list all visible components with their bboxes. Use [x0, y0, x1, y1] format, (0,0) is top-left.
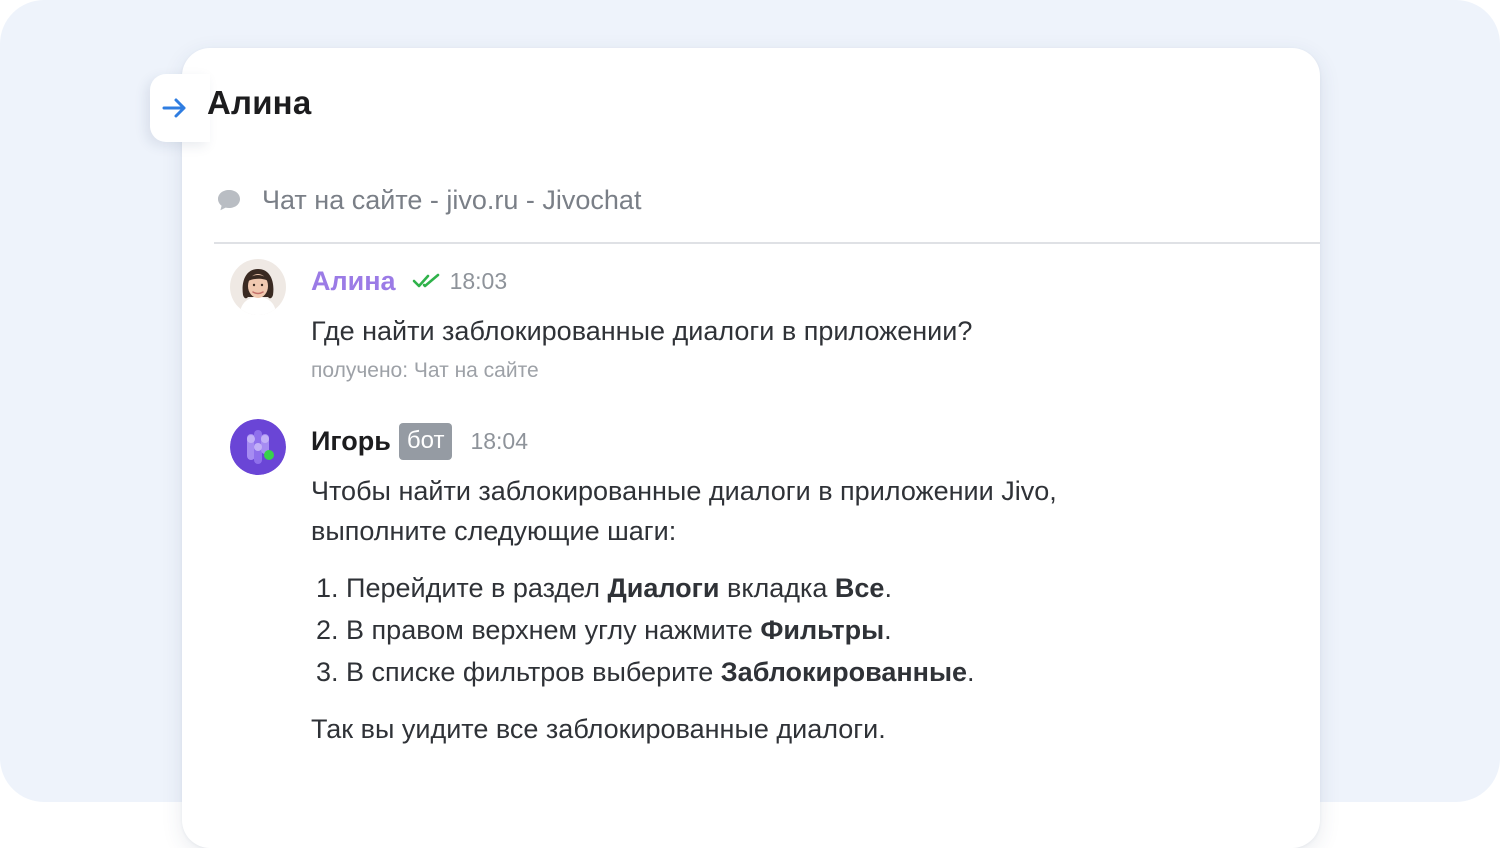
message-header: Игорь бот 18:04	[311, 422, 529, 460]
channel-label: Чат на сайте - jivo.ru - Jivochat	[262, 184, 642, 215]
avatar	[230, 259, 286, 315]
message-header: Алина 18:03	[311, 263, 507, 299]
double-check-icon	[412, 273, 439, 288]
bot-badge: бот	[398, 422, 453, 460]
steps-list: 1. Перейдите в раздел Диалоги вкладка Вс…	[316, 567, 975, 693]
arrow-right-icon	[162, 98, 186, 118]
collapse-panel-button[interactable]	[150, 74, 210, 142]
message-time: 18:03	[449, 267, 508, 294]
received-via: получено: Чат на сайте	[311, 359, 539, 382]
bot-avatar	[230, 419, 286, 475]
message-line: выполните следующие шаги:	[311, 516, 677, 546]
list-item: 3. В списке фильтров выберите Заблокиров…	[316, 657, 975, 687]
list-item: 1. Перейдите в раздел Диалоги вкладка Вс…	[316, 573, 892, 603]
message-text: Где найти заблокированные диалоги в прил…	[311, 316, 973, 346]
author-name: Алина	[311, 265, 396, 296]
message-time: 18:04	[470, 427, 529, 454]
page-title: Алина	[207, 84, 312, 121]
author-name: Игорь	[311, 425, 391, 456]
message-line: Чтобы найти заблокированные диалоги в пр…	[311, 476, 1057, 506]
message-text: Так вы уидите все заблокированные диалог…	[311, 714, 886, 744]
list-item: 2. В правом верхнем углу нажмите Фильтры…	[316, 615, 892, 645]
divider	[214, 242, 1320, 244]
message-text: Чтобы найти заблокированные диалоги в пр…	[311, 471, 1057, 551]
chat-bubble-icon	[218, 190, 240, 211]
channel-info: Чат на сайте - jivo.ru - Jivochat	[216, 182, 641, 218]
